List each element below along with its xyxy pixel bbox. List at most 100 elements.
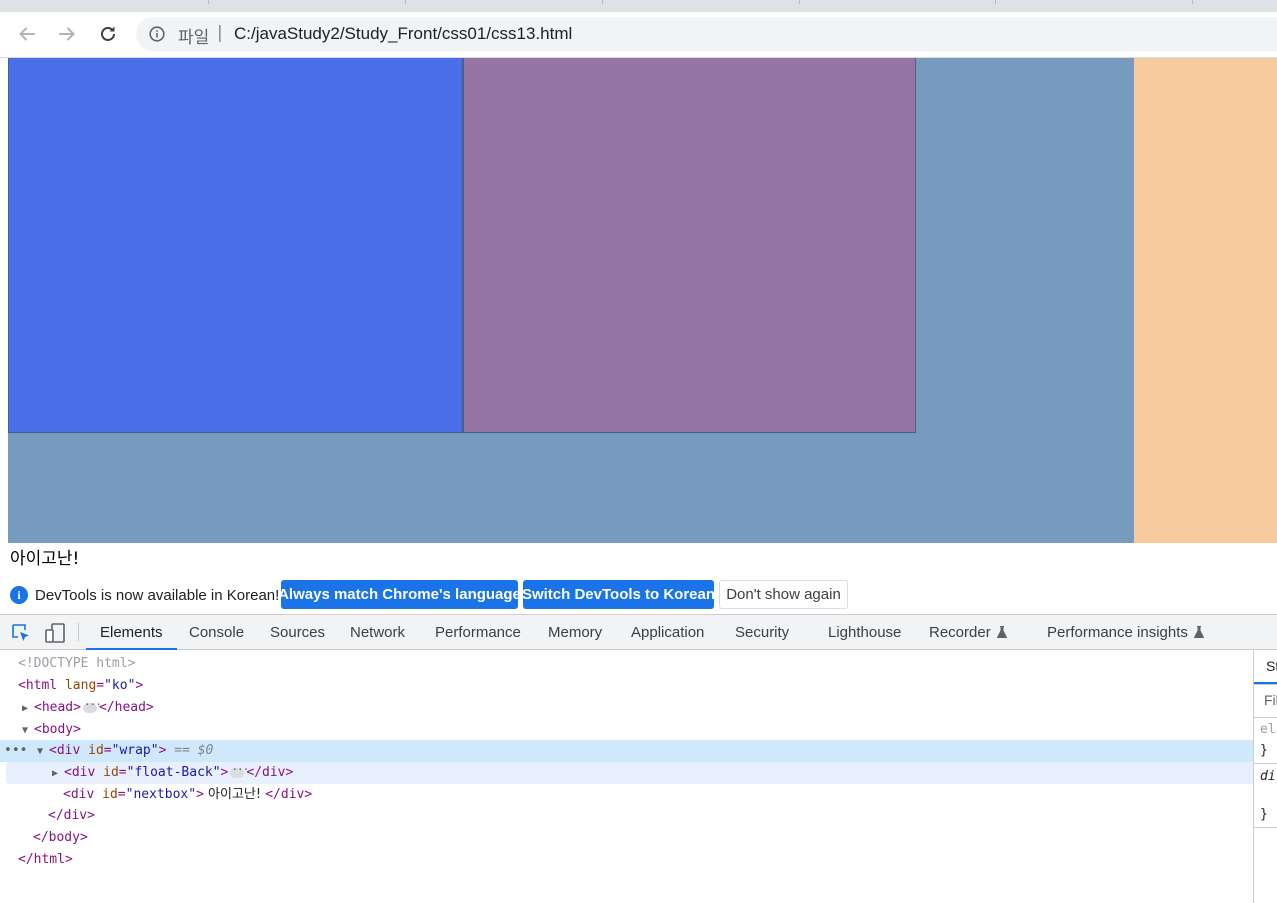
page-viewport: 아이고난! i DevTools is now available in Kor… xyxy=(0,58,1277,614)
expand-triangle-icon[interactable]: ▶ xyxy=(52,763,64,785)
dont-show-again-button[interactable]: Don't show again xyxy=(719,580,848,609)
infobar-message: DevTools is now available in Korean! xyxy=(35,587,280,604)
inspect-element-icon[interactable] xyxy=(10,622,32,644)
tag-close: > xyxy=(135,678,144,693)
expand-triangle-icon[interactable]: ▶ xyxy=(22,698,34,720)
id-attr: id xyxy=(103,765,119,780)
element-style-rule: el xyxy=(1260,722,1276,737)
head-close-tag: </head> xyxy=(98,700,154,715)
selected-node-marker: == $0 xyxy=(174,743,214,758)
collapse-triangle-icon[interactable]: ▼ xyxy=(22,720,34,742)
dom-line-body-close[interactable]: </body> xyxy=(0,827,1277,849)
tab-separator xyxy=(208,0,209,4)
dom-line-html-close[interactable]: </html> xyxy=(0,849,1271,871)
tab-lighthouse[interactable]: Lighthouse xyxy=(828,615,901,649)
tag-close: > xyxy=(196,787,204,802)
float-box-blue xyxy=(8,58,463,433)
styles-separator xyxy=(1254,827,1277,828)
dom-line-head[interactable]: ▶<head> </head> xyxy=(0,694,1275,720)
id-attr: id xyxy=(102,787,118,802)
dom-line-wrap[interactable]: ••• ▼ <div id="wrap"> == $0 xyxy=(0,740,1277,762)
info-icon: i xyxy=(10,586,28,604)
tab-separator xyxy=(995,0,996,4)
rule-close-brace: } xyxy=(1260,743,1268,758)
div-open-tag: <div xyxy=(63,787,95,802)
switch-devtools-korean-button[interactable]: Switch DevTools to Korean xyxy=(522,580,715,609)
scheme-label: 파일 xyxy=(178,28,210,48)
head-open-tag: <head> xyxy=(34,700,81,715)
dom-line-float-back[interactable]: ▶<div id="float-Back"></div> xyxy=(6,759,1277,785)
div-close-tag: </div> xyxy=(265,787,313,802)
doctype-text: <!DOCTYPE html> xyxy=(18,656,136,671)
wrap-id-value: "wrap" xyxy=(111,743,159,758)
info-icon[interactable] xyxy=(149,26,165,42)
tab-network[interactable]: Network xyxy=(350,615,405,649)
experiment-flask-icon xyxy=(996,626,1007,638)
styles-pane-header: St xyxy=(1254,650,1277,685)
html-close-tag: </html> xyxy=(18,852,73,867)
tab-performance[interactable]: Performance xyxy=(435,615,521,649)
html-lang-value: "ko" xyxy=(104,678,136,693)
more-options-icon[interactable]: ••• xyxy=(4,740,27,762)
nextbox-text: 아이고난! xyxy=(10,549,80,569)
dom-line-nextbox[interactable]: <div id="nextbox"> 아이고난! </div> xyxy=(0,784,1277,806)
styles-separator xyxy=(1254,717,1277,718)
html-lang-attr: lang xyxy=(64,678,97,693)
tab-divider xyxy=(78,623,79,641)
tab-separator xyxy=(602,0,603,4)
browser-toolbar: 파일 | C:/javaStudy2/Study_Front/css01/css… xyxy=(0,12,1277,58)
devtools-panel: Elements Console Sources Network Perform… xyxy=(0,614,1277,903)
nextbox-id-value: "nextbox" xyxy=(125,787,197,802)
tab-performance-insights-label: Performance insights xyxy=(1047,623,1188,641)
tab-recorder[interactable]: Recorder xyxy=(929,615,1007,649)
div-open-tag: <div xyxy=(64,765,96,780)
tab-separator xyxy=(799,0,800,4)
nextbox-text-node: 아이고난! xyxy=(203,787,266,802)
rule-close-brace: } xyxy=(1260,807,1268,822)
ellipsis-icon[interactable] xyxy=(82,694,101,716)
side-box-orange xyxy=(1134,58,1277,543)
div-style-rule: di xyxy=(1260,769,1276,784)
dom-line-body[interactable]: ▼ <body> xyxy=(0,719,1275,741)
dom-line-doctype[interactable]: <!DOCTYPE html> xyxy=(0,653,1271,675)
url-text[interactable]: C:/javaStudy2/Study_Front/css01/css13.ht… xyxy=(234,24,572,44)
body-open-tag: <body> xyxy=(34,722,81,737)
div-open-tag: <div xyxy=(49,743,81,758)
tab-recorder-label: Recorder xyxy=(929,623,991,641)
div-close-tag: </div> xyxy=(246,765,294,780)
ellipsis-icon[interactable] xyxy=(230,759,248,781)
dom-line-html[interactable]: <html lang="ko"> xyxy=(0,675,1271,697)
float-id-value: "float-Back" xyxy=(126,765,221,780)
tab-strip xyxy=(0,0,1277,12)
tab-sources[interactable]: Sources xyxy=(270,615,325,649)
tab-security[interactable]: Security xyxy=(735,615,789,649)
styles-pane: St Fil el } di } xyxy=(1253,650,1277,903)
tab-separator xyxy=(405,0,406,4)
tab-styles[interactable]: St xyxy=(1254,658,1277,684)
devtools-tab-bar: Elements Console Sources Network Perform… xyxy=(0,615,1277,650)
tab-memory[interactable]: Memory xyxy=(548,615,602,649)
tab-separator xyxy=(1192,0,1193,4)
address-bar[interactable]: 파일 | C:/javaStudy2/Study_Front/css01/css… xyxy=(136,17,1277,51)
collapse-triangle-icon[interactable]: ▼ xyxy=(37,741,49,763)
back-arrow-icon[interactable] xyxy=(15,22,39,46)
reload-icon[interactable] xyxy=(96,22,120,46)
scheme-separator: | xyxy=(217,23,223,43)
forward-arrow-icon[interactable] xyxy=(55,22,79,46)
devtools-language-infobar: i DevTools is now available in Korean! A… xyxy=(0,578,1277,613)
tag-close: > xyxy=(220,765,229,780)
div-close-tag: </div> xyxy=(48,808,95,823)
styles-filter-input[interactable]: Fil xyxy=(1264,692,1277,708)
tab-console[interactable]: Console xyxy=(189,615,244,649)
always-match-language-button[interactable]: Always match Chrome's language xyxy=(278,580,521,609)
device-toolbar-icon[interactable] xyxy=(44,622,66,644)
float-box-purple xyxy=(463,58,916,433)
tab-elements[interactable]: Elements xyxy=(86,615,176,650)
tab-application[interactable]: Application xyxy=(631,615,704,649)
styles-separator xyxy=(1254,763,1277,764)
tab-performance-insights[interactable]: Performance insights xyxy=(1047,615,1204,649)
tag-close: > xyxy=(158,743,167,758)
experiment-flask-icon xyxy=(1193,626,1204,638)
html-open-tag: <html xyxy=(18,678,58,693)
dom-line-wrap-close[interactable]: </div> xyxy=(0,805,1277,827)
